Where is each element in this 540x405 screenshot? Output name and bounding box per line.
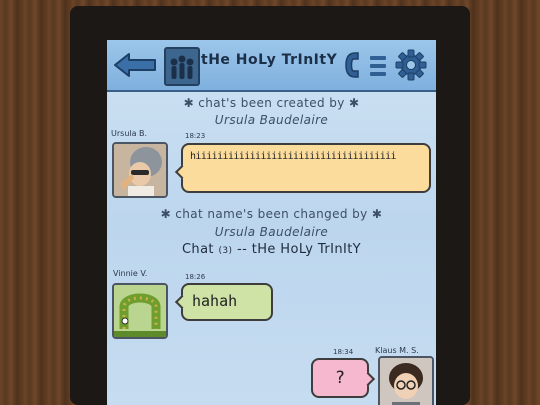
message-time: 18:23 xyxy=(185,132,206,140)
message-bubble[interactable]: hahah xyxy=(174,283,273,321)
message-time: 18:34 xyxy=(333,348,354,356)
chat-header: tHe HoLy TrInItY xyxy=(107,40,436,92)
chat-screen: tHe HoLy TrInItY ✱ chat's been created b… xyxy=(107,40,436,405)
gear-icon[interactable] xyxy=(395,49,427,81)
sender-name: Vinnie V. xyxy=(113,269,148,278)
chat-name-rest: -- tHe HoLy TrInItY xyxy=(236,242,362,257)
menu-icon[interactable] xyxy=(369,53,387,79)
message-time: 18:26 xyxy=(185,273,206,281)
sender-name: Ursula B. xyxy=(111,129,148,138)
chat-name-count: (3) xyxy=(218,246,233,256)
avatar-klaus[interactable] xyxy=(378,356,434,405)
message-text: ? xyxy=(334,368,346,388)
message-text: hahah xyxy=(192,292,238,310)
message-bubble[interactable]: hiiiiiiiiiiiiiiiiiiiiiiiiiiiiiiiiiiiii xyxy=(174,143,431,193)
message-text: hiiiiiiiiiiiiiiiiiiiiiiiiiiiiiiiiiiiii xyxy=(190,151,397,162)
group-chat-title[interactable]: tHe HoLy TrInItY xyxy=(201,52,337,68)
message-bubble[interactable]: ? xyxy=(311,358,376,398)
system-new-chat-name: Chat (3) -- tHe HoLy TrInItY xyxy=(107,242,436,257)
chat-name-prefix: Chat xyxy=(181,242,214,257)
sender-name: Klaus M. S. xyxy=(375,346,419,355)
system-created-label: ✱ chat's been created by ✱ xyxy=(183,96,360,110)
system-created-by: Ursula Baudelaire xyxy=(214,113,329,127)
avatar-vinnie[interactable] xyxy=(112,283,168,339)
phone-icon[interactable] xyxy=(343,51,361,79)
group-people-icon[interactable] xyxy=(164,47,200,86)
avatar-ursula[interactable] xyxy=(112,142,168,198)
back-arrow-icon[interactable] xyxy=(113,52,157,78)
system-renamed-by: Ursula Baudelaire xyxy=(214,225,329,239)
system-renamed-label: ✱ chat name's been changed by ✱ xyxy=(160,207,383,221)
